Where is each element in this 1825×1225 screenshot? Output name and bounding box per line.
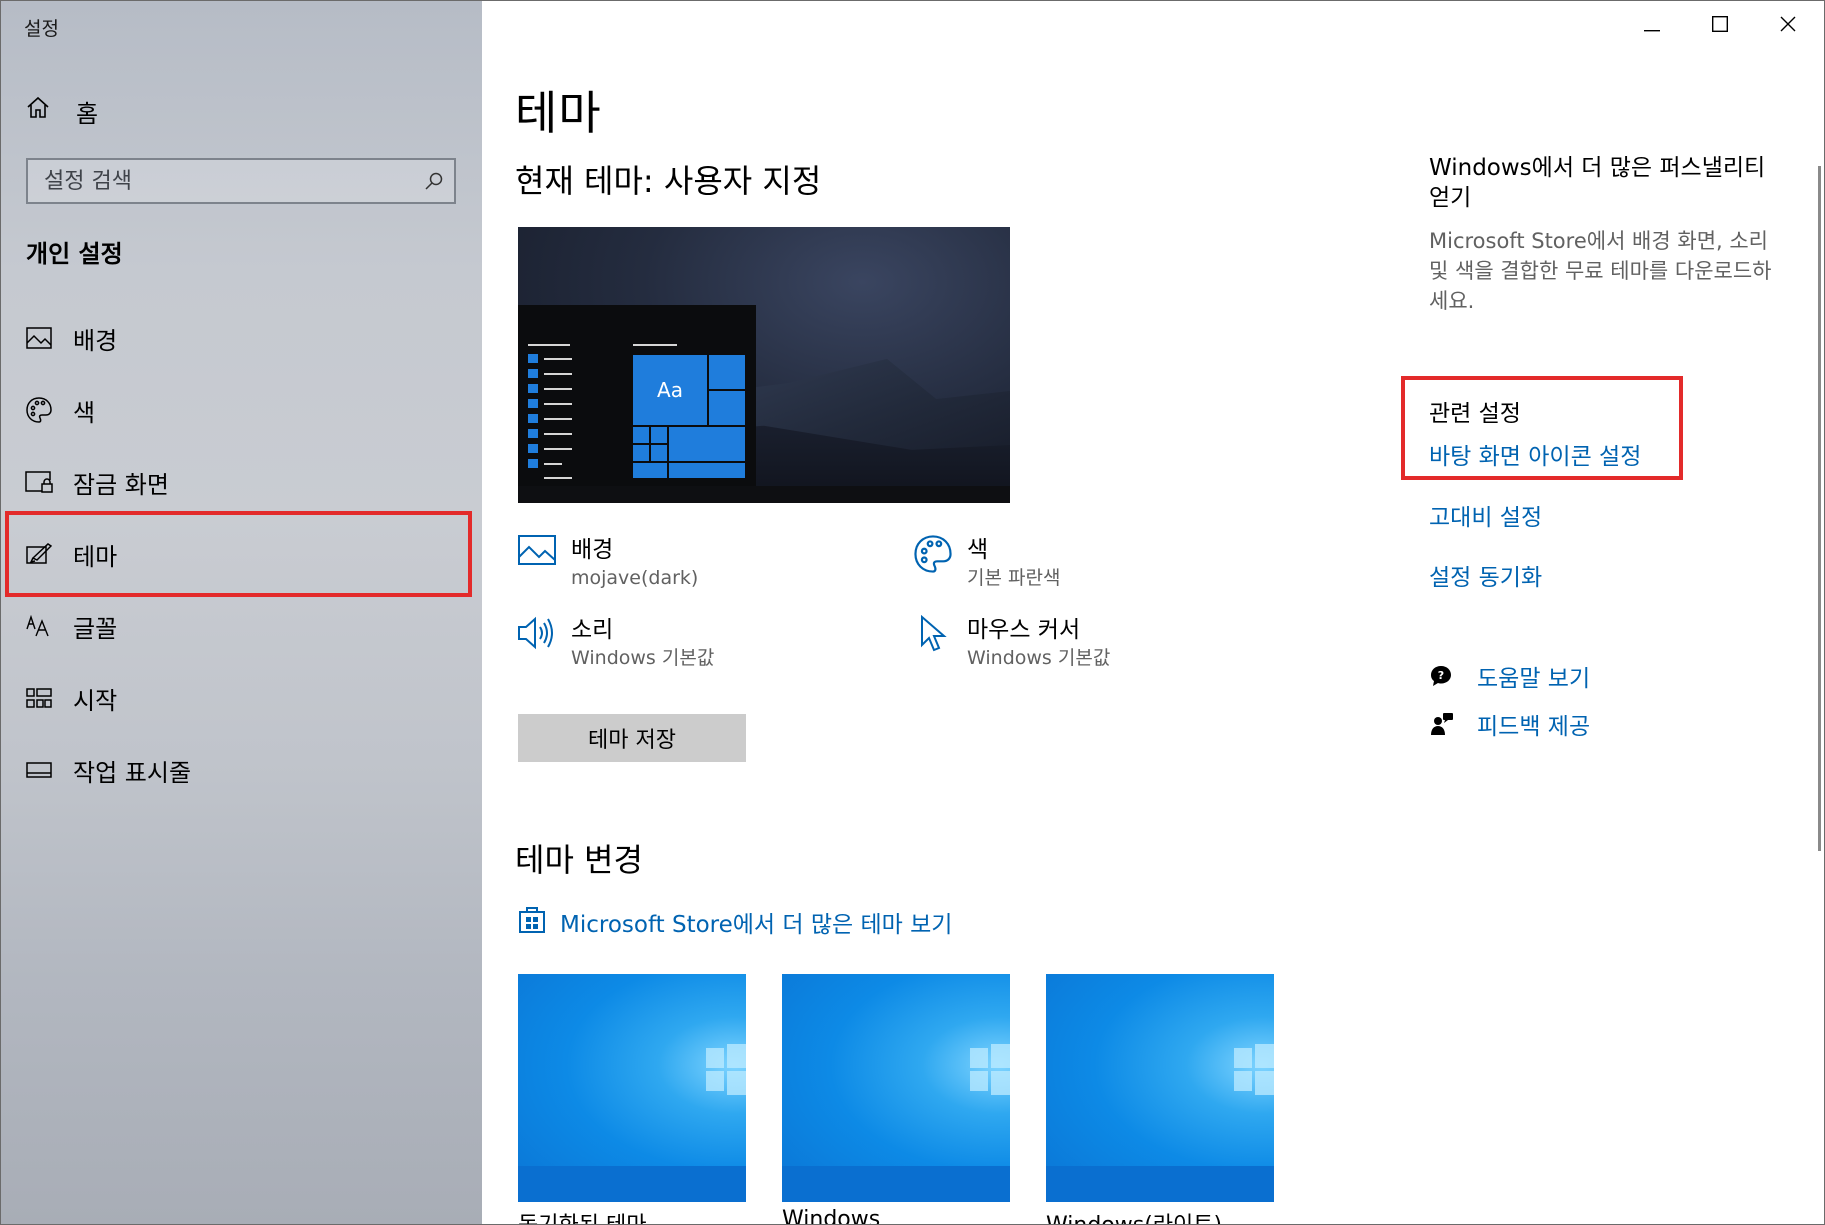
window-title: 설정 [24, 18, 59, 40]
store-bag-icon [518, 904, 546, 940]
theme-prop-name: 마우스 커서 [967, 617, 1081, 643]
preview-start-menu: Aa [518, 305, 756, 486]
promo-description: Microsoft Store에서 배경 화면, 소리 및 색을 결합한 무료 … [1429, 229, 1772, 313]
minimize-button[interactable] [1618, 1, 1686, 51]
palette-icon [25, 396, 53, 424]
sidebar-item-label: 배경 [73, 326, 118, 355]
theme-prop-name: 소리 [571, 617, 614, 643]
high-contrast-settings-link[interactable]: 고대비 설정 [1429, 498, 1542, 532]
desktop-icon-settings-link[interactable]: 바탕 화면 아이콘 설정 [1429, 437, 1641, 471]
close-icon [1780, 16, 1796, 36]
speaker-icon [515, 615, 559, 659]
feedback-icon [1429, 712, 1455, 736]
maximize-icon [1711, 15, 1729, 36]
lock-screen-icon [25, 468, 53, 496]
image-icon [515, 535, 559, 579]
sidebar-home-label: 홈 [76, 99, 99, 128]
store-themes-link[interactable]: Microsoft Store에서 더 많은 테마 보기 [518, 904, 952, 940]
get-help-link[interactable]: ? 도움말 보기 [1429, 659, 1590, 693]
theme-prop-value: mojave(dark) [571, 567, 699, 589]
theme-prop-value: 기본 파란색 [967, 567, 1061, 589]
taskbar-icon [25, 756, 53, 784]
sidebar-item-theme[interactable]: 테마 [1, 511, 482, 597]
home-icon [26, 96, 50, 126]
sidebar-item-color[interactable]: 색 [1, 374, 482, 446]
theme-thumbnail-label: 동기화된 테마 [518, 1207, 646, 1224]
minimize-icon [1644, 17, 1660, 36]
sidebar-item-label: 색 [73, 398, 96, 427]
theme-thumbnail-windows-light[interactable] [1046, 974, 1274, 1202]
scrollbar[interactable] [1818, 166, 1821, 851]
sidebar-item-fonts[interactable]: 글꼴 [1, 590, 482, 662]
theme-brush-icon [25, 540, 53, 568]
settings-window: 설정 홈 개인 설정 배경 [0, 0, 1825, 1225]
theme-prop-sound[interactable]: 소리 Windows 기본값 [515, 615, 714, 671]
cursor-icon [911, 615, 955, 659]
svg-text:?: ? [1438, 669, 1444, 682]
save-theme-button[interactable]: 테마 저장 [518, 714, 746, 762]
close-button[interactable] [1754, 1, 1822, 51]
change-theme-title: 테마 변경 [515, 841, 643, 879]
search-box[interactable] [26, 158, 456, 204]
sidebar-home[interactable]: 홈 [26, 93, 98, 129]
theme-prop-cursor[interactable]: 마우스 커서 Windows 기본값 [911, 615, 1110, 671]
theme-prop-value: Windows 기본값 [967, 647, 1111, 669]
start-grid-icon [25, 684, 53, 712]
theme-thumbnail-label: Windows [782, 1207, 881, 1225]
sidebar-item-label: 작업 표시줄 [73, 758, 192, 787]
search-icon[interactable] [414, 171, 454, 191]
preview-tile-aa: Aa [632, 354, 708, 426]
theme-prop-color[interactable]: 색 기본 파란색 [911, 535, 1060, 591]
theme-thumbnail-synced[interactable] [518, 974, 746, 1202]
theme-prop-name: 배경 [571, 537, 614, 563]
sidebar-item-label: 잠금 화면 [73, 470, 169, 499]
image-icon [25, 324, 53, 352]
sidebar-section-title: 개인 설정 [26, 240, 123, 268]
theme-prop-background[interactable]: 배경 mojave(dark) [515, 535, 698, 591]
give-feedback-link[interactable]: 피드백 제공 [1429, 707, 1590, 741]
font-icon [25, 612, 53, 640]
get-help-label: 도움말 보기 [1477, 666, 1591, 692]
theme-prop-name: 색 [967, 537, 989, 563]
theme-preview: Aa [518, 227, 1010, 503]
preview-taskbar [518, 486, 1010, 503]
sidebar: 설정 홈 개인 설정 배경 [1, 1, 482, 1224]
give-feedback-label: 피드백 제공 [1477, 714, 1591, 740]
theme-thumbnail-windows[interactable] [782, 974, 1010, 1202]
theme-prop-value: Windows 기본값 [571, 647, 715, 669]
related-settings-title: 관련 설정 [1429, 401, 1521, 427]
theme-thumbnail-label: Windows(라이트) [1046, 1207, 1222, 1224]
sidebar-item-background[interactable]: 배경 [1, 302, 482, 374]
search-input[interactable] [28, 159, 414, 203]
sync-settings-link[interactable]: 설정 동기화 [1429, 558, 1542, 592]
sidebar-item-label: 글꼴 [73, 614, 118, 643]
sidebar-item-start[interactable]: 시작 [1, 662, 482, 734]
palette-icon [911, 535, 955, 579]
sidebar-item-lock-screen[interactable]: 잠금 화면 [1, 446, 482, 518]
store-link-label: Microsoft Store에서 더 많은 테마 보기 [560, 912, 953, 938]
sidebar-item-taskbar[interactable]: 작업 표시줄 [1, 734, 482, 806]
sidebar-item-label: 시작 [73, 686, 118, 715]
current-theme-title: 현재 테마: 사용자 지정 [515, 162, 822, 200]
page-title: 테마 [515, 86, 602, 140]
maximize-button[interactable] [1686, 1, 1754, 51]
help-chat-icon: ? [1429, 664, 1455, 688]
sidebar-item-label: 테마 [73, 542, 118, 571]
promo-title: Windows에서 더 많은 퍼스낼리티 얻기 [1429, 155, 1766, 211]
